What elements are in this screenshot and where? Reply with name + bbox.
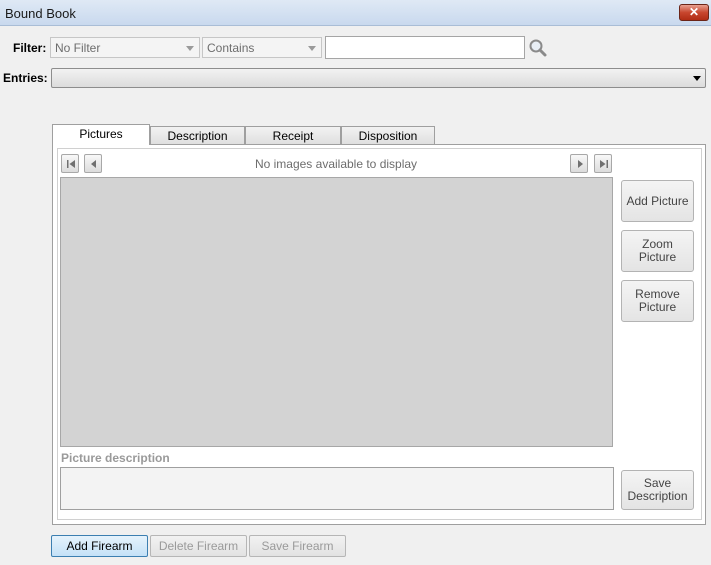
chevron-down-icon: [308, 46, 316, 51]
title-bar: Bound Book ✕: [0, 0, 711, 26]
previous-picture-button[interactable]: [84, 154, 102, 173]
tab-description[interactable]: Description: [150, 126, 245, 145]
picture-description-input[interactable]: [60, 467, 614, 510]
remove-picture-button[interactable]: Remove Picture: [621, 280, 694, 322]
chevron-down-icon: [186, 46, 194, 51]
picture-status-text: No images available to display: [254, 157, 418, 171]
filter-search-input[interactable]: [325, 36, 525, 59]
filter-operator-value: Contains: [207, 41, 255, 55]
add-picture-label: Add Picture: [626, 193, 689, 208]
last-page-icon: [600, 160, 608, 168]
first-page-icon: [67, 160, 75, 168]
picture-display[interactable]: [60, 177, 613, 447]
picture-description-label: Picture description: [61, 451, 170, 465]
zoom-picture-label: Zoom Picture: [638, 237, 677, 264]
remove-picture-label: Remove Picture: [635, 287, 680, 314]
last-picture-button[interactable]: [594, 154, 612, 173]
next-picture-button[interactable]: [570, 154, 588, 173]
entries-label: Entries:: [3, 71, 48, 85]
tab-pictures[interactable]: Pictures: [52, 124, 150, 145]
entries-select[interactable]: [51, 68, 706, 88]
filter-field-value: No Filter: [55, 41, 101, 55]
save-description-label: Save Description: [627, 476, 688, 503]
filter-label: Filter:: [13, 41, 47, 55]
first-picture-button[interactable]: [61, 154, 79, 173]
save-firearm-button[interactable]: Save Firearm: [249, 535, 346, 557]
save-description-button[interactable]: Save Description: [621, 470, 694, 510]
search-icon[interactable]: [528, 38, 548, 58]
close-icon: ✕: [688, 5, 700, 19]
next-icon: [578, 160, 583, 168]
close-button[interactable]: ✕: [679, 4, 709, 21]
previous-icon: [91, 160, 96, 168]
tab-receipt[interactable]: Receipt: [245, 126, 341, 145]
chevron-down-icon: [693, 76, 701, 81]
filter-field-select[interactable]: No Filter: [50, 37, 200, 58]
add-firearm-button[interactable]: Add Firearm: [51, 535, 148, 557]
add-picture-button[interactable]: Add Picture: [621, 180, 694, 222]
delete-firearm-button[interactable]: Delete Firearm: [150, 535, 247, 557]
tab-disposition[interactable]: Disposition: [341, 126, 435, 145]
zoom-picture-button[interactable]: Zoom Picture: [621, 230, 694, 272]
filter-operator-select[interactable]: Contains: [202, 37, 322, 58]
window-title: Bound Book: [5, 6, 76, 21]
